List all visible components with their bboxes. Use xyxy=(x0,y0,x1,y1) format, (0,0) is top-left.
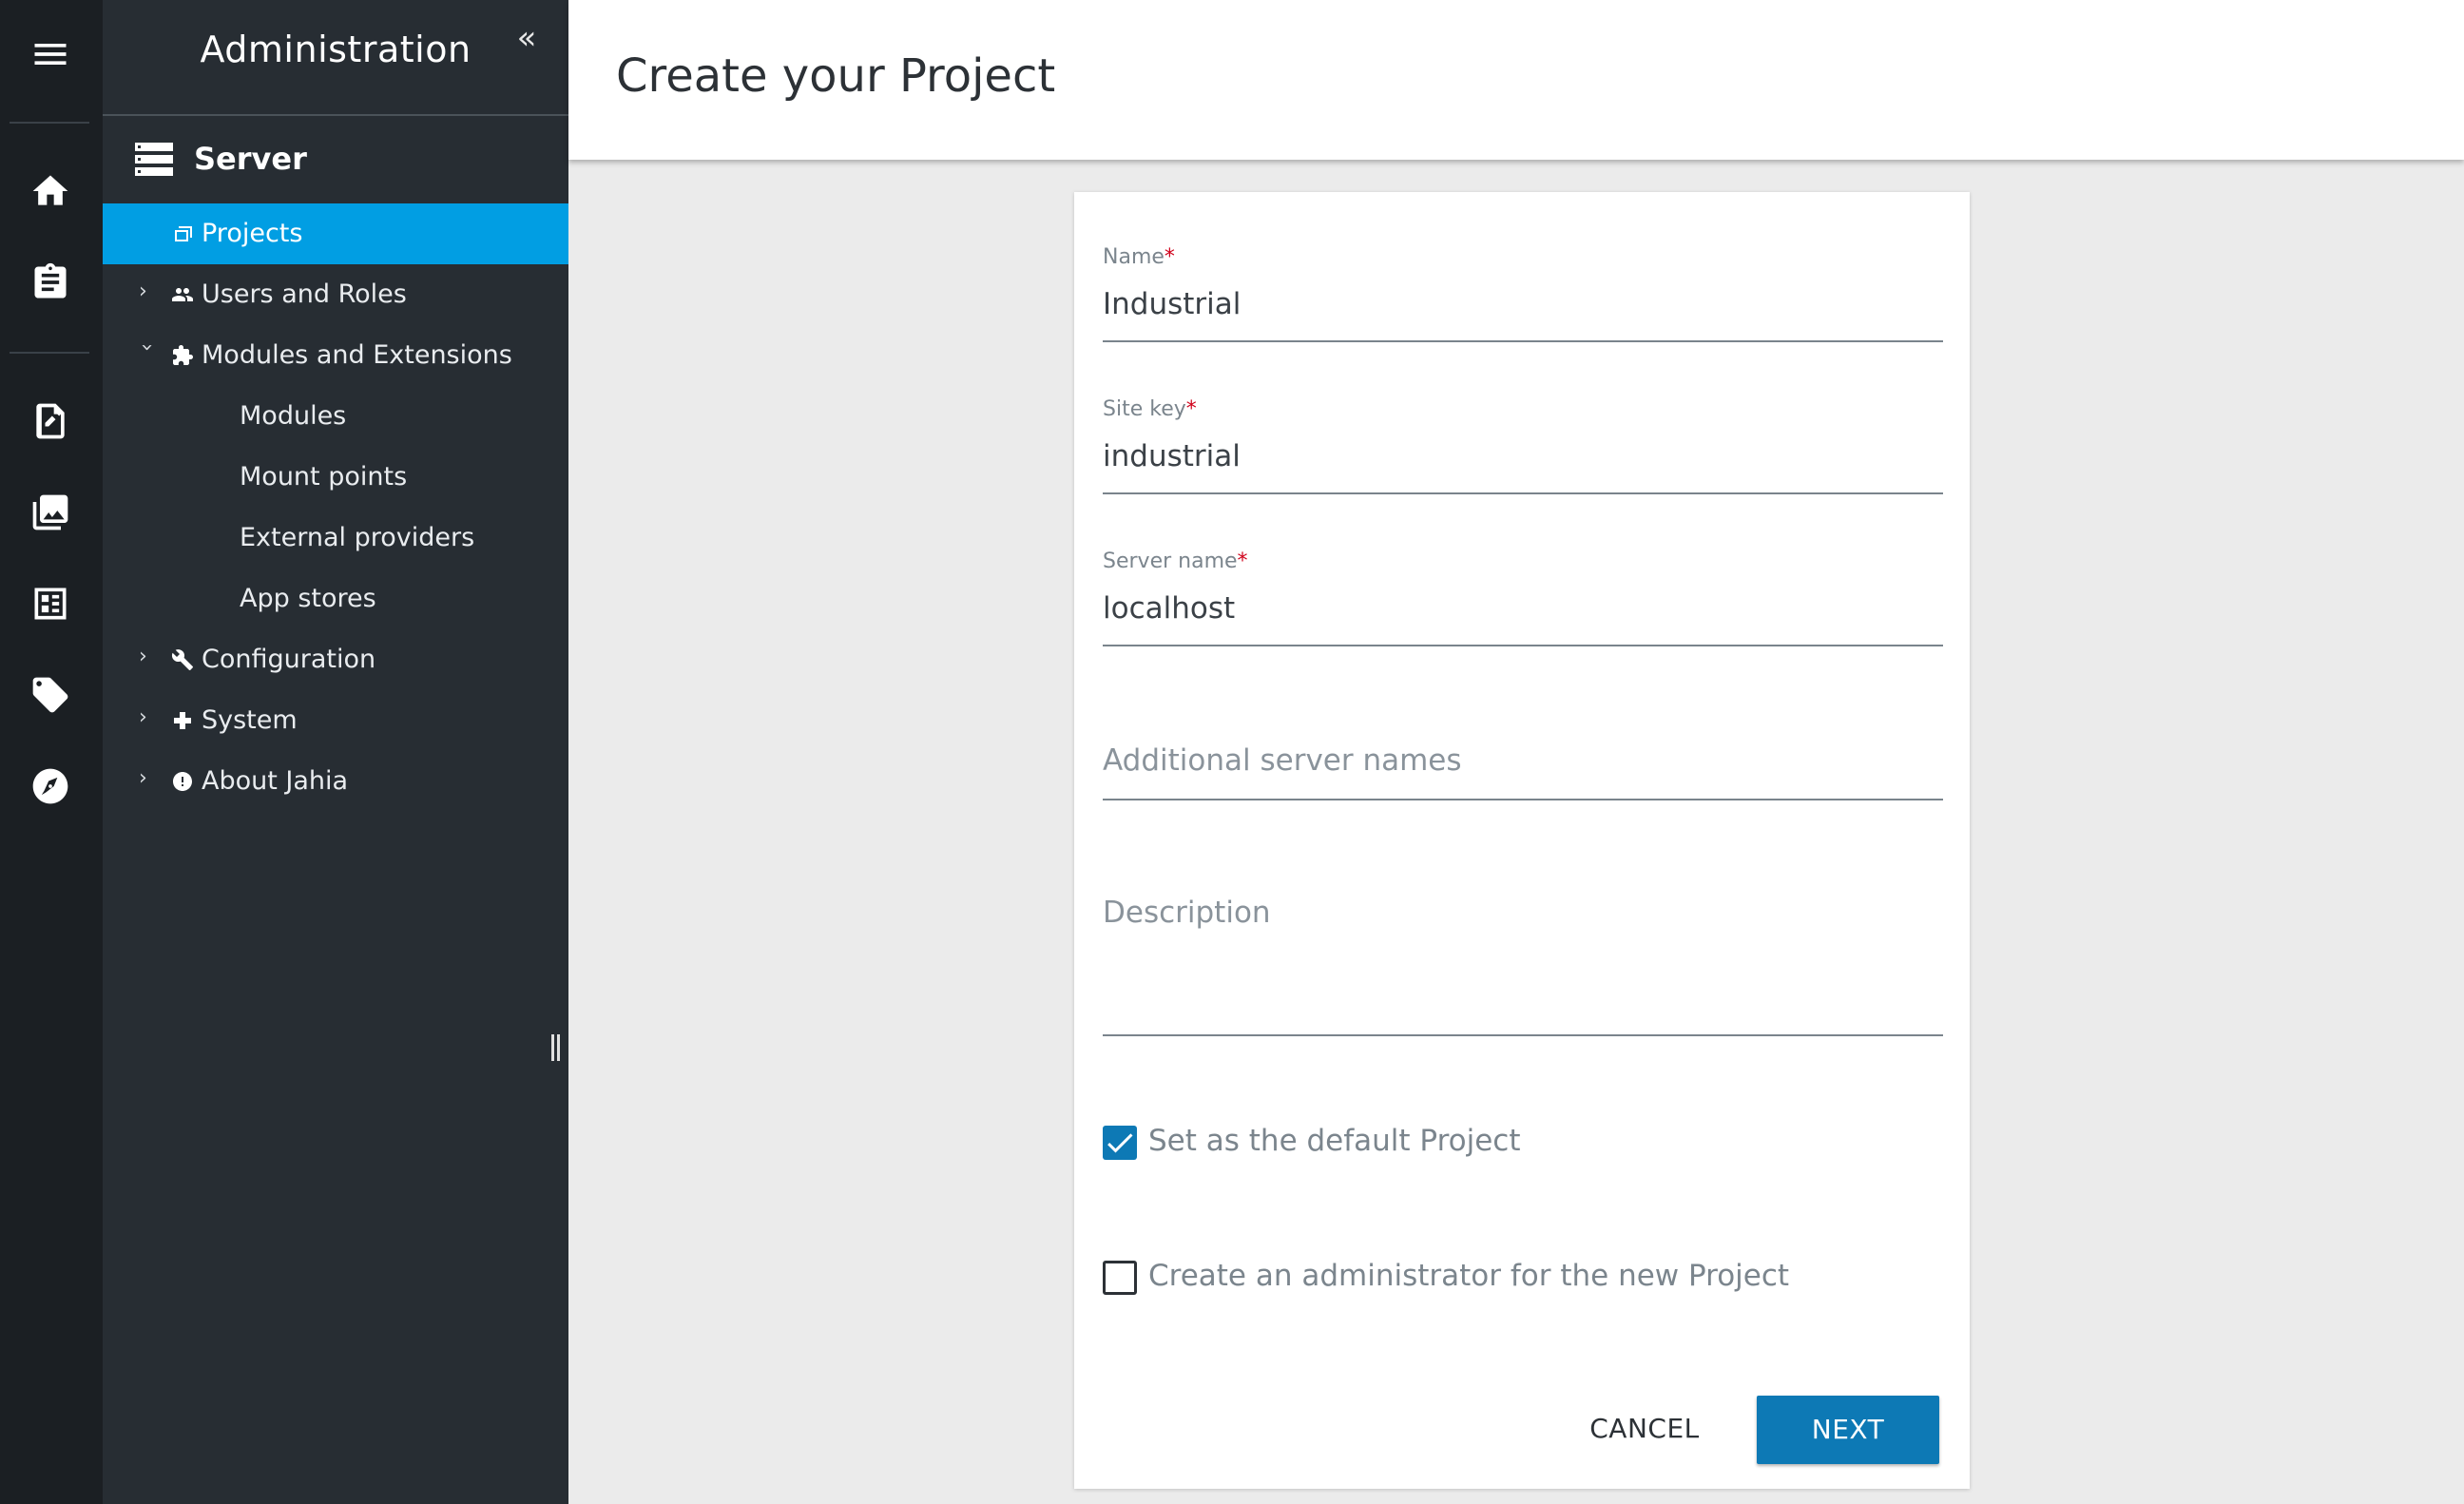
sidebar-item-mount-points[interactable]: Mount points xyxy=(103,447,568,508)
required-marker: * xyxy=(1185,397,1197,421)
chevron-right-icon[interactable]: › xyxy=(139,704,158,732)
chevron-right-icon[interactable]: › xyxy=(139,764,158,793)
page-header: Create your Project xyxy=(568,0,2464,160)
sidebar-item-label: About Jahia xyxy=(202,766,349,796)
admin-sidebar: Administration « Server Projects › Users… xyxy=(103,0,568,1504)
sidebar-section-server[interactable]: Server xyxy=(103,116,568,203)
rail-divider xyxy=(10,122,89,124)
sidebar-item-projects[interactable]: Projects xyxy=(103,203,568,264)
name-field[interactable]: Name* Industrial xyxy=(1103,245,1943,344)
server-name-field-underline xyxy=(1103,645,1943,646)
site-key-field-label: Site key* xyxy=(1103,397,1197,421)
clipboard-icon[interactable] xyxy=(27,259,74,306)
create-project-form: Name* Industrial Site key* industrial Se… xyxy=(1074,192,1970,1489)
site-key-input[interactable]: industrial xyxy=(1103,439,1241,473)
sidebar-header: Administration « xyxy=(103,0,568,116)
sidebar-item-modules-and-extensions[interactable]: › Modules and Extensions xyxy=(103,325,568,386)
required-marker: * xyxy=(1237,550,1248,573)
images-icon[interactable] xyxy=(27,489,74,536)
menu-icon[interactable] xyxy=(27,30,74,78)
sidebar-item-users-and-roles[interactable]: › Users and Roles xyxy=(103,264,568,325)
name-input[interactable]: Industrial xyxy=(1103,287,1241,321)
checkmark-icon xyxy=(1107,1133,1133,1153)
sidebar-item-external-providers[interactable]: External providers xyxy=(103,508,568,569)
cancel-button[interactable]: CANCEL xyxy=(1550,1396,1740,1462)
description-underline xyxy=(1103,1034,1943,1036)
additional-server-names-field[interactable]: Additional server names xyxy=(1103,743,1943,802)
server-icon xyxy=(135,143,173,176)
sidebar-item-configuration[interactable]: › Configuration xyxy=(103,629,568,690)
sidebar-item-app-stores[interactable]: App stores xyxy=(103,569,568,629)
info-icon xyxy=(171,770,194,793)
rail-divider xyxy=(10,352,89,354)
site-key-field[interactable]: Site key* industrial xyxy=(1103,397,1943,496)
sidebar-item-label: External providers xyxy=(240,523,475,552)
content-editor-icon[interactable] xyxy=(27,397,74,445)
sidebar-item-label: Modules and Extensions xyxy=(202,340,512,370)
home-icon[interactable] xyxy=(27,167,74,215)
sidebar-item-label: App stores xyxy=(240,584,376,613)
create-admin-checkbox-row[interactable]: Create an administrator for the new Proj… xyxy=(1103,1257,1844,1301)
users-icon xyxy=(171,283,194,306)
sidebar-item-label: Mount points xyxy=(240,462,408,492)
description-field[interactable]: Description xyxy=(1103,896,1943,1038)
projects-icon xyxy=(171,222,194,245)
default-project-label: Set as the default Project xyxy=(1148,1124,1521,1158)
chevron-right-icon[interactable]: › xyxy=(139,278,158,306)
sidebar-section-label: Server xyxy=(194,141,307,177)
sidebar-resize-handle[interactable] xyxy=(549,1034,563,1063)
sidebar-title: Administration xyxy=(200,29,472,70)
page-title: Create your Project xyxy=(616,49,1056,103)
create-admin-label: Create an administrator for the new Proj… xyxy=(1148,1259,1790,1293)
server-name-input[interactable]: localhost xyxy=(1103,591,1235,626)
wrench-icon xyxy=(171,648,194,671)
sidebar-item-label: Users and Roles xyxy=(202,280,407,309)
description-textarea[interactable]: Description xyxy=(1103,896,1271,930)
sidebar-item-modules[interactable]: Modules xyxy=(103,386,568,447)
default-project-checkbox-row[interactable]: Set as the default Project xyxy=(1103,1122,1673,1166)
additional-server-names-underline xyxy=(1103,799,1943,800)
dashboard-icon[interactable] xyxy=(27,580,74,627)
plus-icon xyxy=(171,709,194,732)
chevron-right-icon[interactable]: › xyxy=(139,643,158,671)
create-admin-checkbox[interactable] xyxy=(1103,1261,1137,1295)
name-field-label: Name* xyxy=(1103,245,1175,269)
name-field-underline xyxy=(1103,340,1943,342)
icon-rail xyxy=(0,0,103,1504)
default-project-checkbox[interactable] xyxy=(1103,1126,1137,1160)
puzzle-icon xyxy=(171,344,194,367)
sidebar-item-label: Modules xyxy=(240,401,347,431)
required-marker: * xyxy=(1164,245,1175,269)
site-key-field-underline xyxy=(1103,492,1943,494)
next-button[interactable]: NEXT xyxy=(1757,1396,1939,1464)
sidebar-item-label: Projects xyxy=(202,219,303,248)
server-name-field-label: Server name* xyxy=(1103,550,1248,573)
sidebar-item-label: System xyxy=(202,705,298,735)
compass-icon[interactable] xyxy=(27,762,74,810)
collapse-sidebar-icon[interactable]: « xyxy=(508,19,546,57)
chevron-down-icon[interactable]: › xyxy=(132,343,161,362)
tag-icon[interactable] xyxy=(27,671,74,719)
sidebar-item-label: Configuration xyxy=(202,645,376,674)
sidebar-item-about-jahia[interactable]: › About Jahia xyxy=(103,751,568,812)
server-name-field[interactable]: Server name* localhost xyxy=(1103,550,1943,648)
sidebar-item-system[interactable]: › System xyxy=(103,690,568,751)
additional-server-names-input[interactable]: Additional server names xyxy=(1103,743,1462,778)
